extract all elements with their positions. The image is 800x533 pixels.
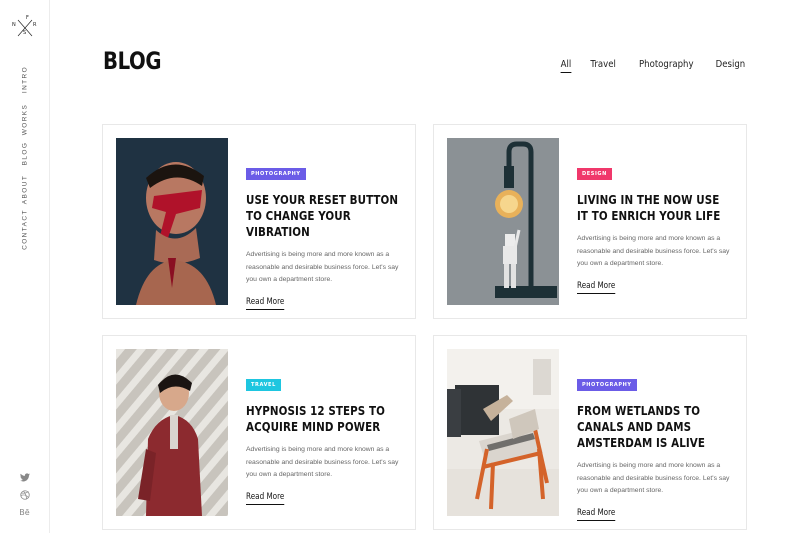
category-badge[interactable]: PHOTOGRAPHY	[577, 379, 637, 391]
nav-item-intro[interactable]: INTRO	[11, 66, 38, 93]
post-excerpt: Advertising is being more and more known…	[246, 446, 399, 478]
logo-letter-s: S	[23, 30, 27, 36]
post-title[interactable]: LIVING IN THE NOW USE IT TO ENRICH YOUR …	[577, 192, 732, 224]
nav-item-works[interactable]: WORKS	[9, 104, 41, 136]
post-content: PHOTOGRAPHY FROM WETLANDS TO CANALS AND …	[577, 373, 737, 521]
post-image-chair[interactable]	[447, 349, 559, 516]
blog-post-card: PHOTOGRAPHY USE YOUR RESET BUTTON TO CHA…	[102, 124, 416, 319]
twitter-icon[interactable]	[18, 471, 31, 484]
post-content: TRAVEL HYPNOSIS 12 STEPS TO ACQUIRE MIND…	[246, 373, 406, 505]
category-filter-tabs: All Travel Photography Design	[560, 59, 747, 73]
blog-post-card: DESIGN LIVING IN THE NOW USE IT TO ENRIC…	[433, 124, 747, 319]
nav-item-blog[interactable]: BLOG	[13, 142, 37, 166]
read-more-link[interactable]: Read More	[246, 492, 285, 505]
post-title[interactable]: FROM WETLANDS TO CANALS AND DAMS AMSTERD…	[577, 403, 732, 451]
filter-tab-travel[interactable]: Travel	[591, 59, 616, 73]
filter-tab-photography[interactable]: Photography	[639, 59, 693, 73]
post-content: PHOTOGRAPHY USE YOUR RESET BUTTON TO CHA…	[246, 162, 406, 310]
nav-item-contact[interactable]: CONTACT	[5, 209, 46, 250]
category-badge[interactable]: TRAVEL	[246, 379, 281, 391]
post-image-man-suit[interactable]	[116, 349, 228, 516]
post-excerpt: Advertising is being more and more known…	[577, 462, 730, 494]
blog-post-card: TRAVEL HYPNOSIS 12 STEPS TO ACQUIRE MIND…	[102, 335, 416, 530]
post-title[interactable]: HYPNOSIS 12 STEPS TO ACQUIRE MIND POWER	[246, 403, 401, 435]
post-image-lamp[interactable]	[447, 138, 559, 305]
post-title[interactable]: USE YOUR RESET BUTTON TO CHANGE YOUR VIB…	[246, 192, 401, 240]
dribbble-icon[interactable]	[18, 488, 31, 501]
logo-letter-f: F	[26, 15, 29, 21]
sidebar: F N R S INTRO WORKS BLOG ABOUT CONTACT B…	[0, 0, 50, 533]
filter-tab-design[interactable]: Design	[716, 59, 746, 73]
logo-cross-lines	[17, 19, 33, 37]
read-more-link[interactable]: Read More	[577, 508, 616, 521]
logo-letter-n: N	[12, 22, 16, 28]
site-logo[interactable]: F N R S	[10, 16, 40, 42]
post-content: DESIGN LIVING IN THE NOW USE IT TO ENRIC…	[577, 162, 737, 294]
read-more-link[interactable]: Read More	[246, 297, 285, 310]
filter-tab-all[interactable]: All	[560, 59, 571, 73]
blog-post-card: PHOTOGRAPHY FROM WETLANDS TO CANALS AND …	[433, 335, 747, 530]
behance-icon[interactable]: Bē	[18, 506, 31, 519]
nav-item-about[interactable]: ABOUT	[10, 175, 39, 204]
post-image-face-paint[interactable]	[116, 138, 228, 305]
read-more-link[interactable]: Read More	[577, 281, 616, 294]
post-excerpt: Advertising is being more and more known…	[577, 235, 730, 267]
category-badge[interactable]: PHOTOGRAPHY	[246, 168, 306, 180]
logo-letter-r: R	[33, 22, 37, 28]
category-badge[interactable]: DESIGN	[577, 168, 612, 180]
page-title: BLOG	[103, 47, 162, 75]
post-excerpt: Advertising is being more and more known…	[246, 251, 399, 283]
